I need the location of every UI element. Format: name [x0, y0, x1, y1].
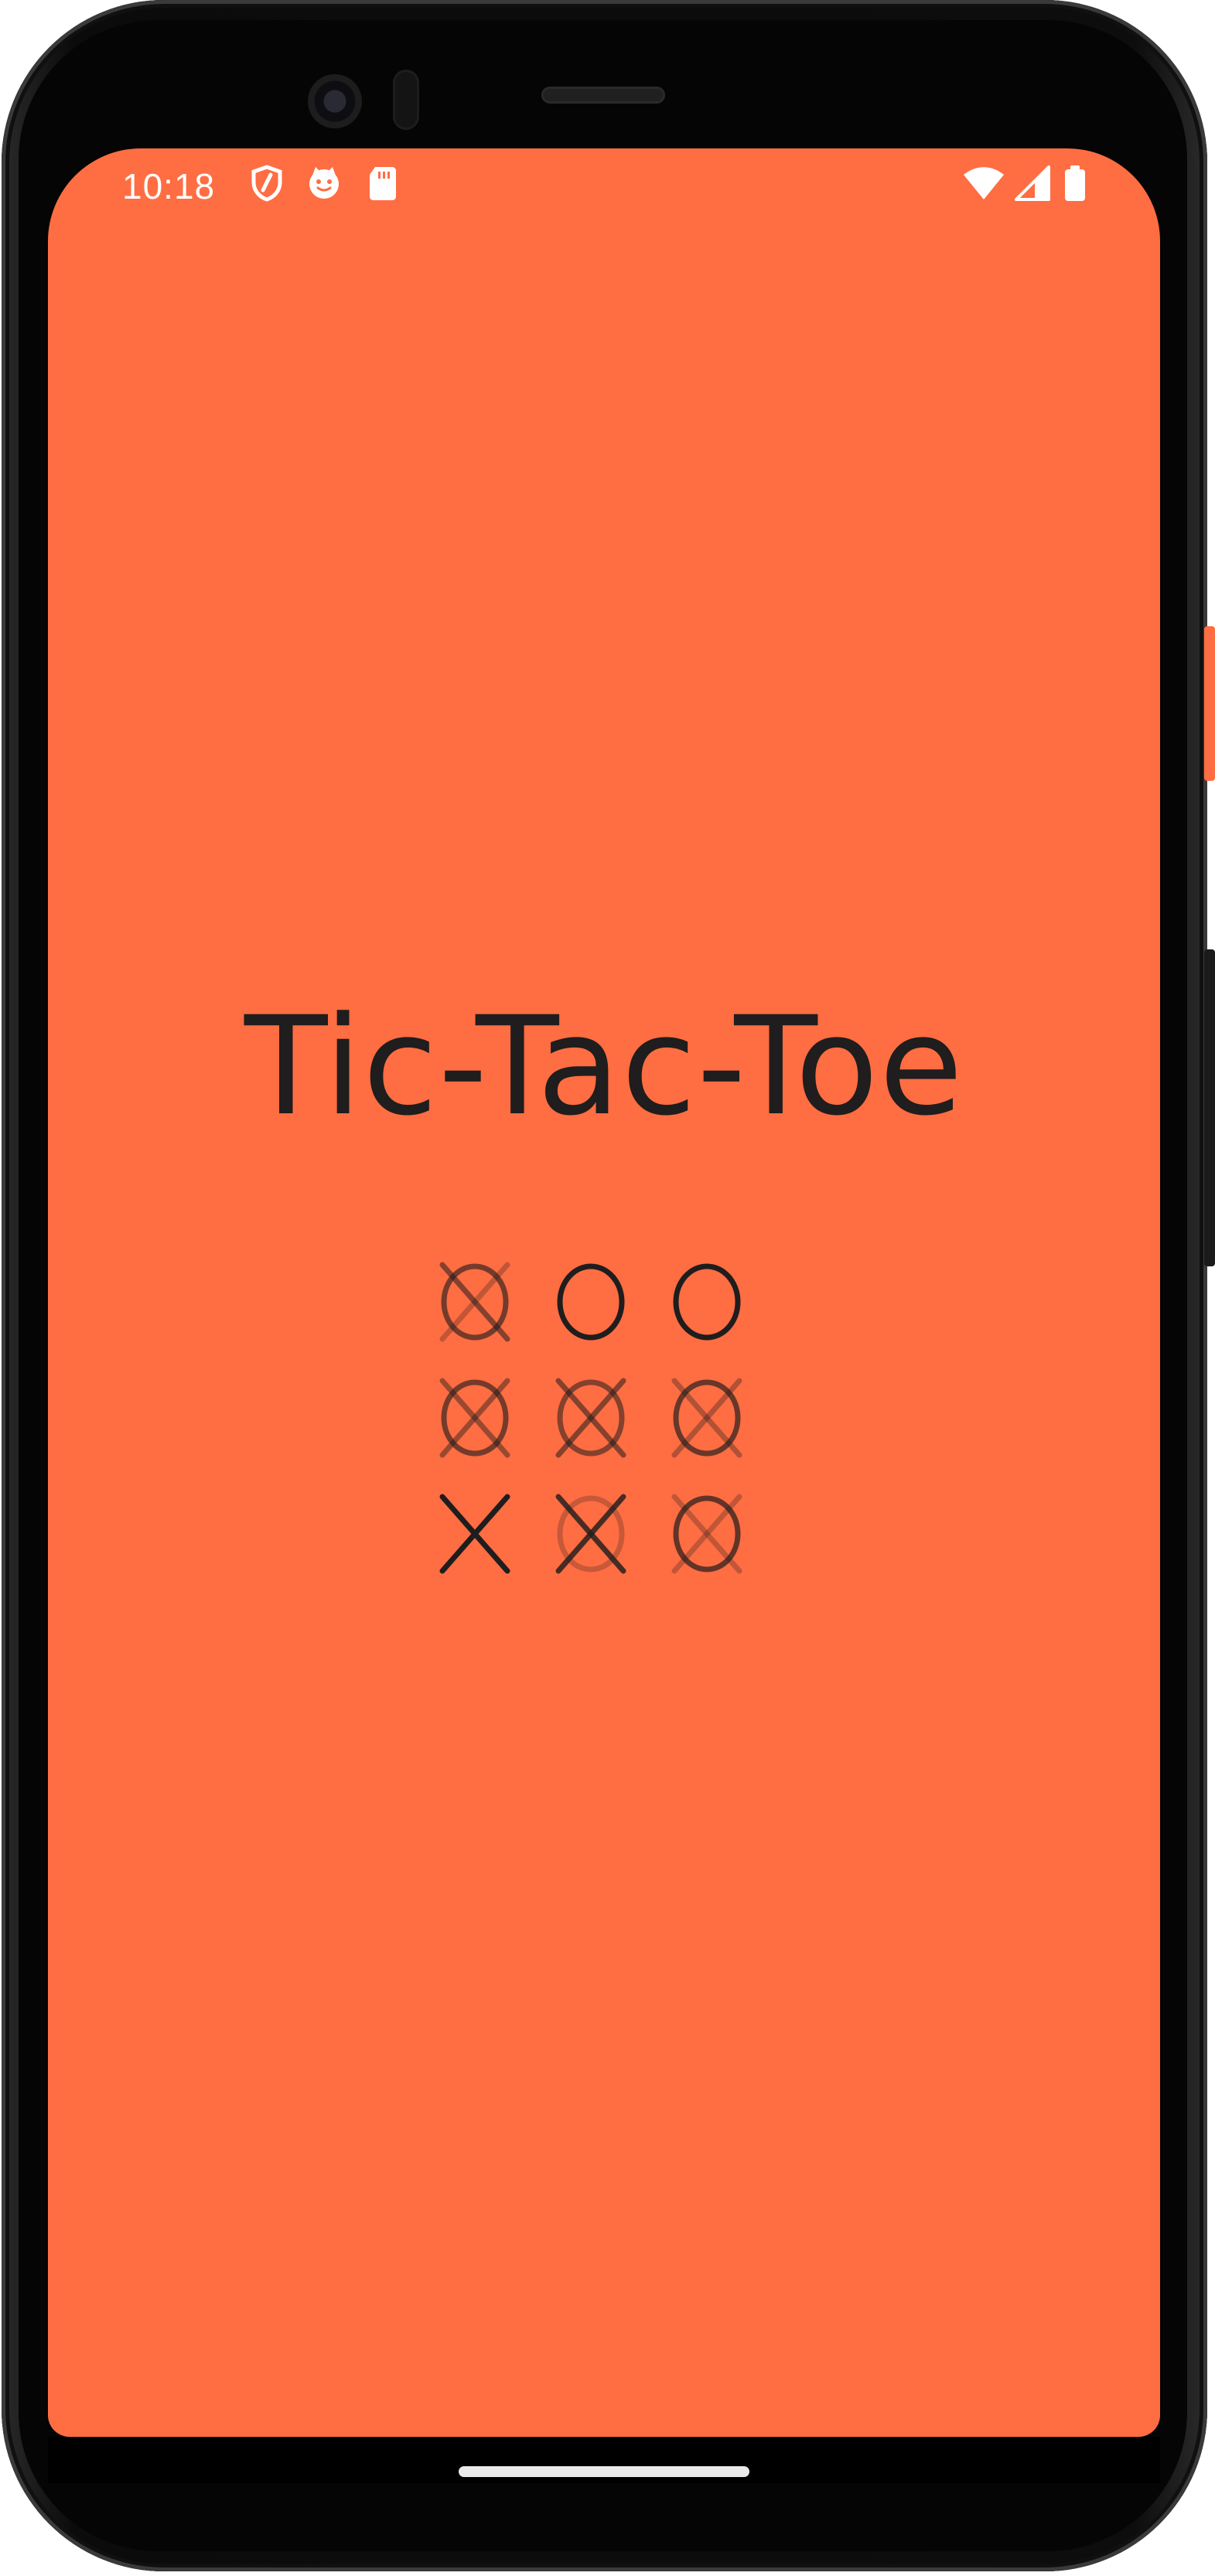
- board-cell-r1c1[interactable]: [421, 1248, 529, 1356]
- cat-face-icon: [303, 162, 345, 204]
- cell-signal-icon: [1012, 162, 1053, 204]
- board-cell-r1c3[interactable]: [653, 1248, 761, 1356]
- shield-icon: [246, 162, 288, 204]
- tic-tac-toe-board[interactable]: [421, 1248, 792, 1619]
- wifi-icon: [961, 162, 1007, 204]
- board-cell-r1c2[interactable]: [537, 1248, 645, 1356]
- o-mark-icon: [673, 1263, 741, 1341]
- status-time: 10:18: [122, 166, 216, 206]
- earpiece-speaker: [541, 87, 665, 104]
- page-title: Tic-Tac-Toe: [244, 987, 964, 1146]
- x-o-overlap-icon: [671, 1378, 742, 1458]
- x-o-overlap-icon: [671, 1494, 742, 1574]
- board-cell-r2c1[interactable]: [421, 1364, 529, 1472]
- board-cell-r3c2[interactable]: [537, 1480, 645, 1588]
- proximity-sensor: [393, 70, 419, 130]
- power-button[interactable]: [1204, 626, 1215, 781]
- phone-frame: 10:18 Tic-Tac-Toe: [0, 0, 1215, 2576]
- x-o-overlap-icon: [555, 1378, 626, 1458]
- front-camera: [308, 74, 362, 128]
- o-mark-icon: [557, 1263, 625, 1341]
- board-cell-r3c1[interactable]: [421, 1480, 529, 1588]
- x-o-overlap-icon: [439, 1378, 510, 1458]
- app-screen: 10:18 Tic-Tac-Toe: [48, 148, 1160, 2437]
- board-cell-r3c3[interactable]: [653, 1480, 761, 1588]
- board-cell-r2c3[interactable]: [653, 1364, 761, 1472]
- battery-icon: [1060, 162, 1090, 204]
- status-bar: 10:18: [48, 148, 1160, 233]
- board-cell-r2c2[interactable]: [537, 1364, 645, 1472]
- x-o-overlap-icon: [439, 1262, 510, 1342]
- sd-card-icon: [362, 162, 404, 204]
- home-indicator[interactable]: [459, 2466, 749, 2477]
- x-o-overlap-icon: [555, 1494, 626, 1574]
- volume-button[interactable]: [1204, 949, 1215, 1266]
- x-mark-icon: [439, 1494, 510, 1574]
